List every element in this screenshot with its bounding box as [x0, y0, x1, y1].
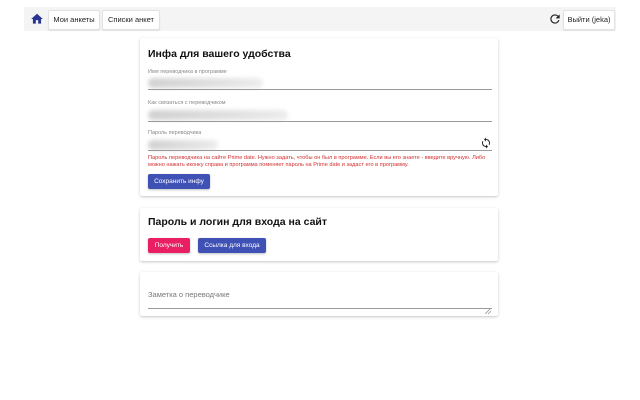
- contact-field[interactable]: [148, 121, 492, 122]
- refresh-icon[interactable]: [548, 12, 562, 26]
- password-value: [148, 140, 218, 150]
- profile-lists-button[interactable]: Списки анкет: [102, 10, 160, 30]
- password-label: Пароль переводчика: [148, 130, 202, 136]
- info-card: Инфа для вашего удобства Имя переводчика…: [140, 38, 498, 196]
- top-bar: Мои анкеты Списки анкет Выйти (jeka): [24, 7, 616, 31]
- home-icon[interactable]: [30, 12, 44, 26]
- info-card-title: Инфа для вашего удобства: [148, 48, 291, 60]
- password-field[interactable]: [148, 150, 492, 151]
- password-warning: Пароль переводчика на сайте Prime date. …: [148, 155, 486, 168]
- translator-name-label: Имя переводчика в программе: [148, 69, 227, 75]
- logout-button[interactable]: Выйти (jeka): [563, 10, 615, 30]
- resize-handle-icon[interactable]: [484, 301, 492, 315]
- my-profiles-button[interactable]: Мои анкеты: [48, 10, 100, 30]
- get-button[interactable]: Получить: [148, 238, 190, 253]
- note-field[interactable]: [148, 308, 492, 309]
- note-placeholder: Заметка о переводчике: [148, 290, 230, 299]
- contact-value: [148, 110, 288, 120]
- save-info-button[interactable]: Сохранить инфу: [148, 174, 210, 189]
- login-card-title: Пароль и логин для входа на сайт: [148, 216, 328, 228]
- translator-name-field[interactable]: [148, 89, 492, 90]
- contact-label: Как связаться с переводчиком: [148, 100, 226, 106]
- translator-name-value: [148, 78, 263, 88]
- note-card: Заметка о переводчике: [140, 272, 498, 316]
- sync-icon[interactable]: [480, 136, 492, 149]
- login-card: Пароль и логин для входа на сайт Получит…: [140, 208, 498, 261]
- login-link-button[interactable]: Ссылка для входа: [198, 238, 266, 253]
